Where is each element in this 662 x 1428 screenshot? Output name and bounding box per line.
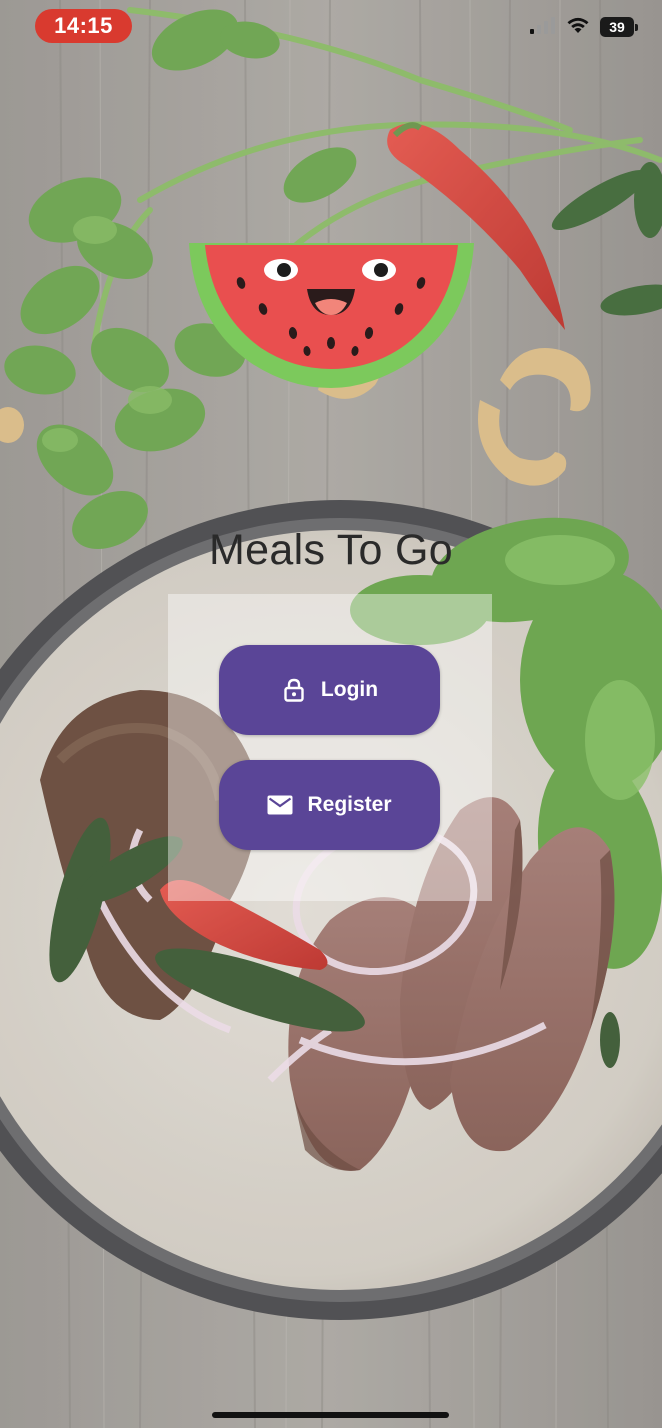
- status-bar: 14:15 39: [0, 0, 662, 52]
- account-panel: Login Register: [168, 594, 492, 901]
- battery-level: 39: [609, 19, 625, 35]
- register-button[interactable]: Register: [219, 760, 440, 850]
- login-button-label: Login: [320, 678, 379, 701]
- battery-icon: 39: [600, 17, 638, 37]
- status-icons: 39: [530, 14, 638, 40]
- home-indicator[interactable]: [212, 1412, 449, 1418]
- app-title: Meals To Go: [209, 526, 453, 574]
- envelope-icon: [267, 792, 293, 818]
- wifi-icon: [566, 16, 590, 39]
- lock-icon: [281, 677, 307, 703]
- login-screen: 14:15 39 Meals To Go Login Register: [0, 0, 662, 1428]
- register-button-label: Register: [307, 793, 392, 816]
- cellular-signal-icon: [530, 16, 556, 39]
- watermelon-face-logo: [189, 243, 474, 388]
- login-button[interactable]: Login: [219, 645, 440, 735]
- status-time: 14:15: [35, 9, 132, 43]
